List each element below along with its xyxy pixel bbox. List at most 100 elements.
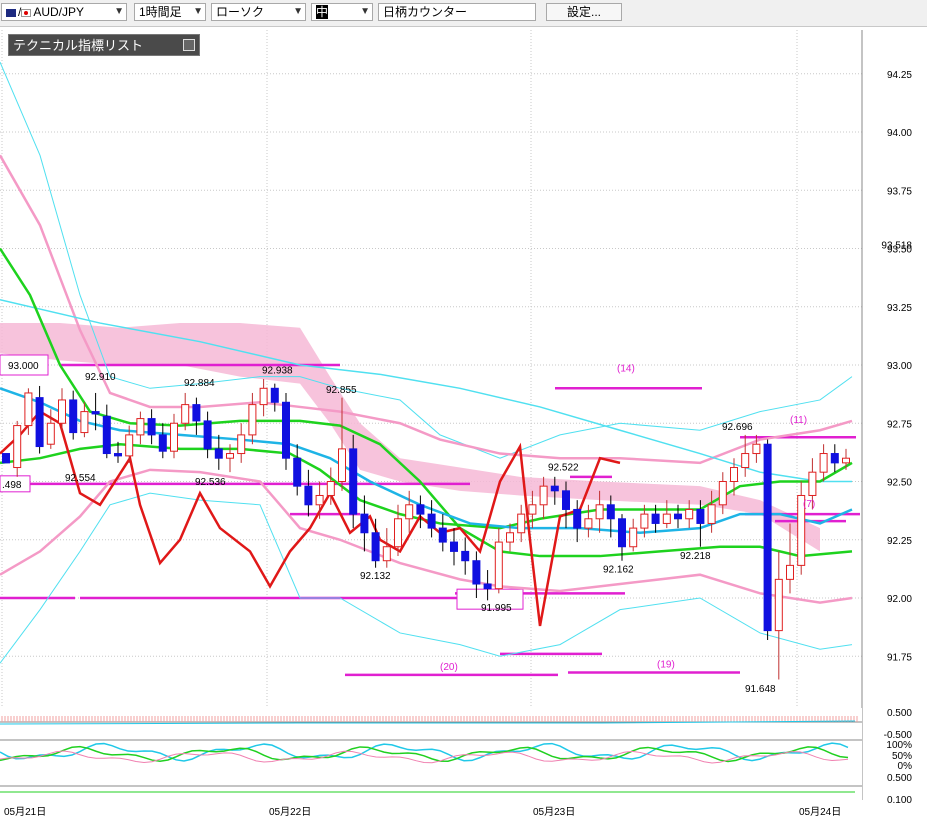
candle-body — [786, 564, 794, 580]
candle-body — [371, 532, 380, 562]
candle-body — [550, 485, 559, 492]
candle-body — [360, 513, 369, 534]
chart-type-label: ローソク — [216, 5, 265, 19]
timeframe-select[interactable]: 1時間足 ▼ — [134, 3, 206, 21]
candle-body — [741, 453, 750, 469]
candle-body — [46, 422, 55, 445]
price-annotation: 91.995 — [481, 603, 512, 614]
candle-body — [662, 513, 671, 524]
price-annotation: 92.522 — [548, 462, 579, 473]
x-axis: 05月21日 05月22日 05月23日 05月24日 — [4, 806, 841, 818]
price-annotation: 92.938 — [262, 365, 293, 376]
candle-body — [707, 504, 716, 524]
x-tick-label: 05月22日 — [269, 806, 311, 818]
candle-body — [80, 411, 89, 434]
candle-body — [147, 418, 156, 436]
candle — [282, 392, 290, 470]
candle-body — [259, 387, 268, 406]
indicator-list-panel[interactable]: テクニカル指標リスト — [8, 34, 200, 56]
candle-body — [394, 518, 402, 548]
chart-grid — [0, 30, 862, 800]
candle-body — [349, 448, 358, 515]
candle-body — [192, 404, 201, 422]
candle — [349, 434, 358, 529]
price-annotation: 92.554 — [65, 473, 96, 484]
candle-body — [685, 508, 694, 520]
candle-body — [584, 518, 593, 529]
candle-body — [170, 422, 178, 452]
symbol-select[interactable]: / AUD/JPY ▼ — [1, 3, 127, 21]
aud-flag-icon — [6, 8, 16, 17]
price-annotation: 92.855 — [326, 385, 357, 396]
candle-body — [382, 546, 391, 562]
settings-button[interactable]: 設定... — [546, 3, 622, 21]
candle-body — [595, 504, 604, 520]
candle-body — [293, 457, 302, 487]
candle-body — [438, 527, 447, 543]
y-tick-label: 93.00 — [887, 361, 912, 372]
candle-body — [842, 457, 850, 464]
chart-type-select[interactable]: ローソク ▼ — [211, 3, 306, 21]
candle-body — [808, 471, 817, 496]
price-annotation: 93.000 — [8, 361, 39, 372]
current-price-label: 93.518 — [881, 240, 912, 251]
y-tick-label: 92.25 — [887, 536, 912, 547]
candle-body — [416, 504, 425, 515]
style-label: 中 — [316, 5, 329, 19]
price-annotation: 92.884 — [184, 378, 215, 389]
x-tick-label: 05月21日 — [4, 806, 46, 818]
candle-body — [696, 508, 705, 524]
oscillator-tick-label: 0.100 — [887, 795, 912, 806]
candle-body — [763, 443, 772, 632]
timeframe-label: 1時間足 — [139, 5, 182, 19]
candle-body — [69, 399, 78, 434]
candle-body — [114, 453, 122, 457]
oscillator-panel: 0.500-0.500100%50%0%0.5000.100 — [0, 708, 912, 806]
candle-body — [629, 527, 638, 548]
jpy-flag-icon — [21, 8, 32, 17]
candle-body — [226, 453, 234, 459]
candle-body — [618, 518, 626, 548]
counter-input[interactable]: 日柄カウンター — [378, 3, 536, 21]
candle-body — [35, 397, 44, 448]
price-annotation: .498 — [2, 480, 22, 491]
candle-body — [506, 532, 514, 543]
candle-body — [248, 404, 257, 436]
candle-body — [203, 420, 212, 450]
x-tick-label: 05月24日 — [799, 806, 841, 818]
candle-body — [405, 504, 414, 520]
y-tick-label: 94.00 — [887, 128, 912, 139]
candle-body — [181, 404, 190, 424]
candle-body — [774, 578, 783, 632]
price-annotation: 92.162 — [603, 564, 634, 575]
candle — [797, 481, 806, 575]
toolbar: / AUD/JPY ▼ 1時間足 ▼ ローソク ▼ 中 ▼ 日柄カウンター 設定.… — [0, 0, 927, 27]
price-annotation: 91.648 — [745, 684, 776, 695]
style-select[interactable]: 中 ▼ — [311, 3, 373, 21]
candle-body — [494, 541, 503, 590]
candle-body — [472, 560, 481, 585]
candle — [763, 439, 772, 640]
oscillator-tick-label: 0% — [898, 761, 913, 772]
candle-body — [718, 481, 727, 506]
indicator-list-label: テクニカル指標リスト — [13, 38, 144, 53]
candle-body — [125, 434, 134, 457]
candle-body — [562, 490, 570, 510]
price-annotation: 92.218 — [680, 551, 711, 562]
candle-body — [24, 392, 33, 427]
chevron-down-icon: ▼ — [193, 6, 203, 17]
cycle-count: (20) — [440, 662, 458, 673]
candle-body — [237, 434, 246, 455]
oscillator-tick-label: 0.500 — [887, 773, 912, 784]
chart-area: 93.000 92.910 92.884 92.938 92.855 92.554 92.5… — [0, 27, 927, 821]
expand-icon[interactable] — [183, 39, 195, 51]
y-tick-label: 93.75 — [887, 186, 912, 197]
candle-body — [461, 550, 470, 562]
candle-body — [158, 434, 167, 452]
candle-body — [730, 467, 738, 482]
candle-body — [315, 494, 324, 506]
y-tick-label: 92.00 — [887, 594, 912, 605]
cycle-count: (7) — [803, 499, 815, 510]
chevron-down-icon: ▼ — [360, 6, 370, 17]
candle-body — [326, 481, 335, 496]
